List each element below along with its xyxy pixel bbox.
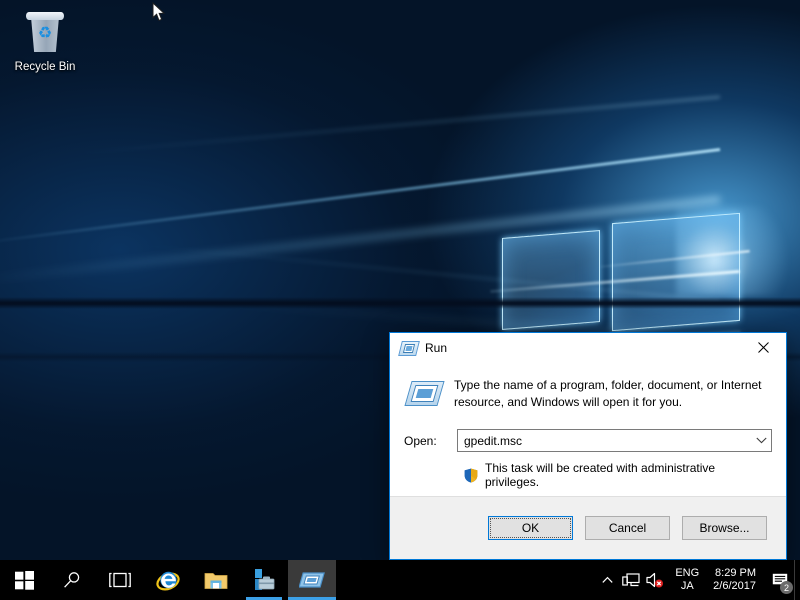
taskbar[interactable]: ENG JA 8:29 PM 2/6/2017 2	[0, 560, 800, 600]
open-input[interactable]: gpedit.msc	[458, 434, 752, 448]
notification-count-badge: 2	[780, 581, 793, 594]
search-icon	[63, 571, 81, 589]
file-explorer-icon	[204, 570, 228, 591]
taskbar-app-store[interactable]	[240, 560, 288, 600]
run-taskbar-icon	[299, 570, 325, 590]
taskbar-app-internet-explorer[interactable]	[144, 560, 192, 600]
task-view-button[interactable]	[96, 560, 144, 600]
wallpaper-band	[0, 297, 800, 309]
recycle-bin-icon: ♻	[22, 10, 68, 56]
uac-notice-text: This task will be created with administr…	[485, 461, 772, 489]
start-icon	[15, 571, 34, 590]
desktop[interactable]: ♻ Recycle Bin Run Typ	[0, 0, 800, 600]
chevron-down-icon[interactable]	[752, 430, 771, 451]
chevron-glyph	[756, 437, 767, 444]
open-field-row: Open: gpedit.msc	[404, 429, 772, 452]
language-indicator[interactable]: ENG JA	[667, 560, 707, 600]
volume-button[interactable]	[643, 560, 667, 600]
uac-notice-row: This task will be created with administr…	[404, 461, 772, 489]
ok-button[interactable]: OK	[488, 516, 573, 540]
browse-button[interactable]: Browse...	[682, 516, 767, 540]
shield-glyph	[464, 468, 478, 483]
run-icon	[400, 341, 418, 356]
network-icon	[622, 572, 640, 588]
clock-date: 2/6/2017	[713, 580, 756, 593]
task-view-icon	[109, 572, 131, 588]
desktop-icon-label: Recycle Bin	[8, 60, 82, 74]
open-label: Open:	[404, 434, 457, 448]
language-secondary: JA	[681, 580, 694, 593]
dialog-description-row: Type the name of a program, folder, docu…	[404, 377, 772, 410]
search-button[interactable]	[48, 560, 96, 600]
show-desktop-button[interactable]	[794, 560, 800, 600]
logo-pane	[502, 230, 600, 330]
clock-time: 8:29 PM	[715, 567, 756, 580]
close-glyph	[758, 342, 769, 353]
cancel-button[interactable]: Cancel	[585, 516, 670, 540]
desktop-icon-recycle-bin[interactable]: ♻ Recycle Bin	[8, 10, 82, 74]
open-combobox[interactable]: gpedit.msc	[457, 429, 772, 452]
recycle-symbol-icon: ♻	[36, 25, 54, 43]
start-button[interactable]	[0, 560, 48, 600]
dialog-description: Type the name of a program, folder, docu…	[454, 377, 772, 410]
taskbar-app-file-explorer[interactable]	[192, 560, 240, 600]
run-large-icon	[408, 379, 442, 409]
mouse-cursor	[152, 2, 166, 22]
taskbar-app-run[interactable]	[288, 560, 336, 600]
show-hidden-icons-button[interactable]	[595, 560, 619, 600]
volume-muted-icon	[646, 572, 664, 588]
dialog-title-bar[interactable]: Run	[390, 333, 786, 363]
dialog-title: Run	[425, 341, 447, 355]
language-primary: ENG	[675, 567, 699, 580]
store-icon	[251, 568, 277, 592]
network-button[interactable]	[619, 560, 643, 600]
shield-icon	[464, 468, 478, 483]
chevron-up-icon	[602, 576, 613, 584]
system-tray[interactable]: ENG JA 8:29 PM 2/6/2017 2	[595, 560, 800, 600]
close-icon[interactable]	[741, 333, 786, 362]
run-dialog[interactable]: Run Type the name of a program, folder, …	[389, 332, 787, 560]
clock[interactable]: 8:29 PM 2/6/2017	[707, 560, 766, 600]
dialog-footer: OK Cancel Browse...	[390, 496, 786, 559]
action-center-button[interactable]: 2	[766, 560, 794, 600]
internet-explorer-icon	[156, 568, 180, 592]
